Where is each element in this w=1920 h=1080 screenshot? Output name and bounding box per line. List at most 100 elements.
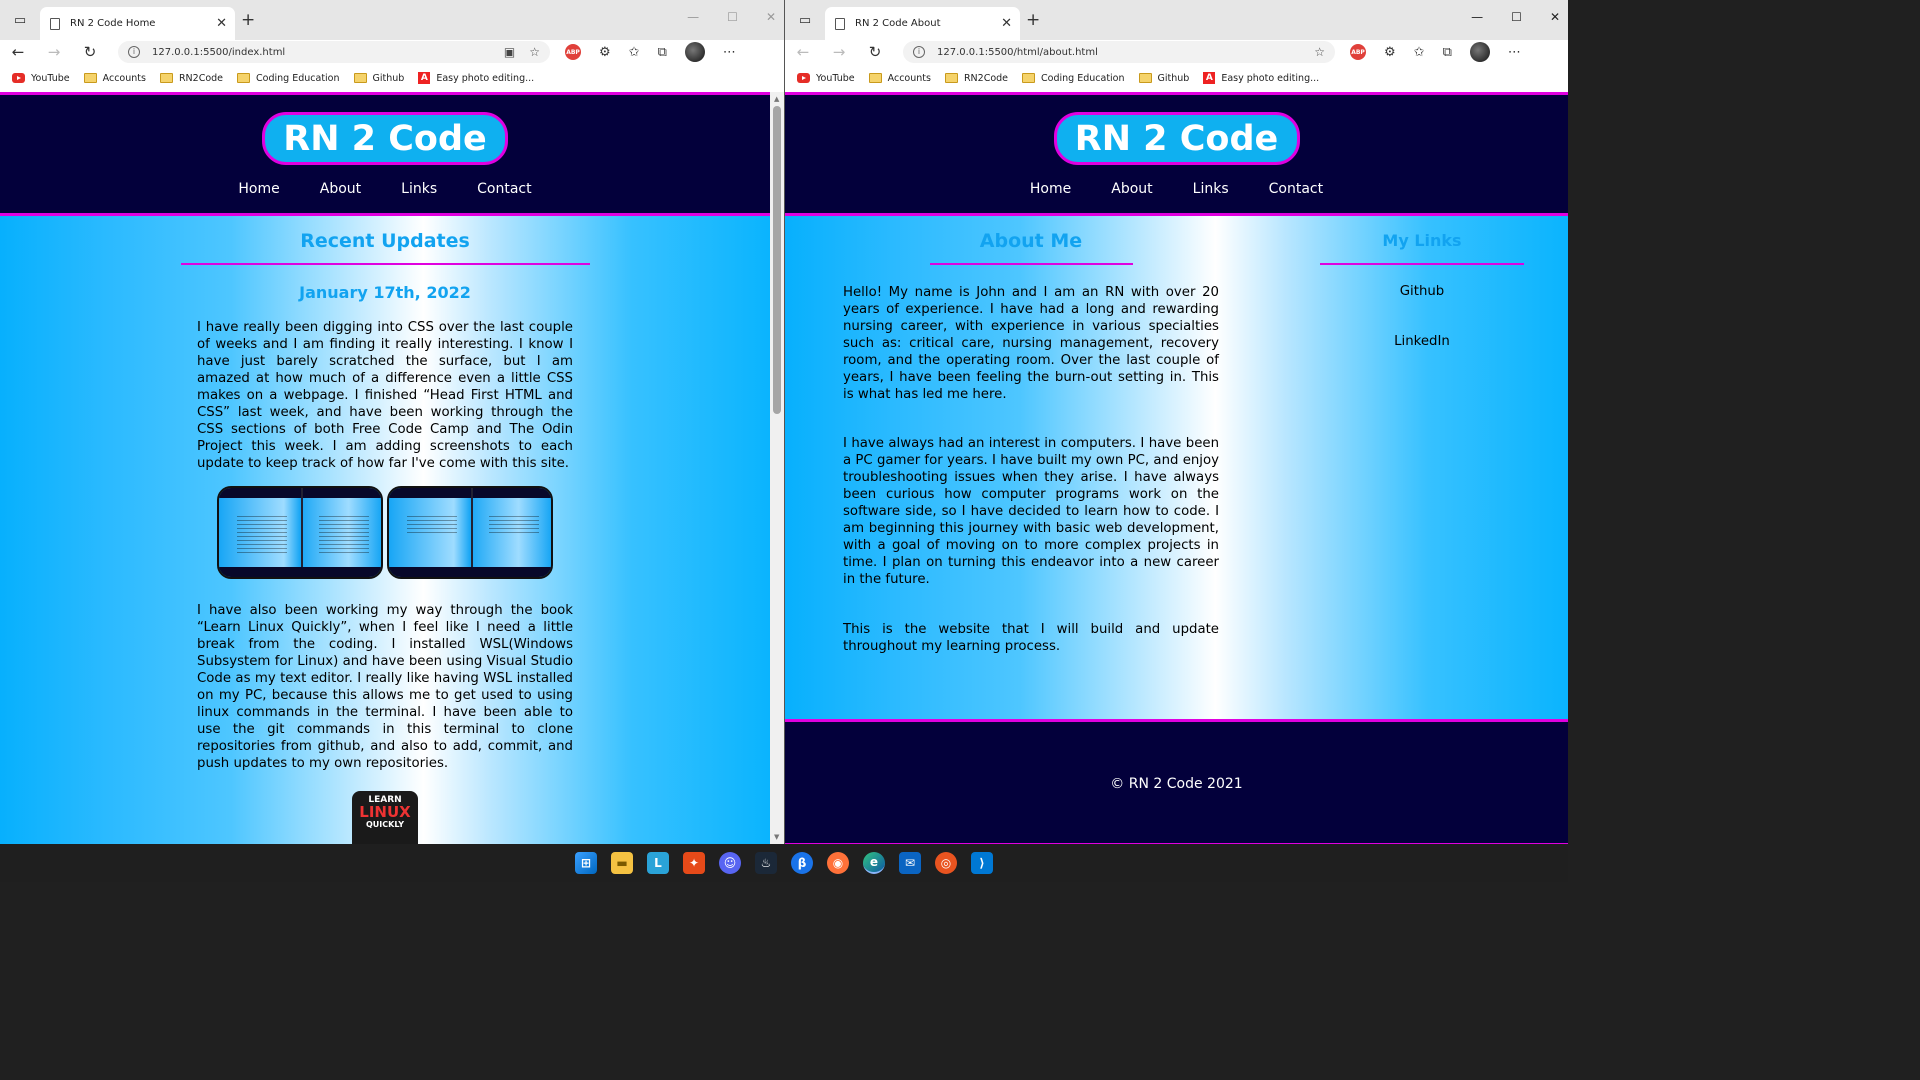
avatar[interactable] bbox=[1469, 42, 1490, 62]
page-viewport: RN 2 Code Home About Links Contact Recen… bbox=[0, 92, 770, 844]
bookmark-youtube[interactable]: YouTube bbox=[12, 73, 70, 84]
bookmark-rn2code[interactable]: RN2Code bbox=[159, 73, 223, 84]
extensions-icon[interactable]: ⚙ bbox=[599, 45, 611, 60]
update-paragraph-2: I have also been working my way through … bbox=[197, 603, 573, 771]
nav-links[interactable]: Links bbox=[1193, 181, 1229, 197]
folder-icon bbox=[237, 73, 251, 83]
refresh-icon[interactable]: ↻ bbox=[857, 43, 893, 61]
adblock-icon[interactable]: ABP bbox=[565, 44, 581, 60]
collections-icon[interactable]: ⧉ bbox=[658, 45, 667, 60]
home-main: Recent Updates January 17th, 2022 I have… bbox=[0, 216, 770, 844]
firefox-icon[interactable]: ◉ bbox=[827, 852, 849, 874]
nav-home[interactable]: Home bbox=[238, 181, 279, 197]
steam-icon[interactable]: ♨ bbox=[755, 852, 777, 874]
address-url[interactable]: 127.0.0.1:5500/html/about.html bbox=[937, 47, 1300, 58]
libby-icon[interactable]: L bbox=[647, 852, 669, 874]
bookmark-coding-education[interactable]: Coding Education bbox=[237, 73, 340, 84]
maximize-icon[interactable]: ☐ bbox=[1511, 10, 1522, 24]
info-icon[interactable]: i bbox=[128, 46, 140, 58]
tab-title: RN 2 Code About bbox=[855, 18, 941, 29]
address-bar[interactable]: i 127.0.0.1:5500/html/about.html ☆ bbox=[903, 41, 1335, 63]
close-window-icon[interactable]: ✕ bbox=[766, 10, 776, 24]
forward-icon[interactable]: → bbox=[36, 43, 72, 61]
nav-about[interactable]: About bbox=[320, 181, 361, 197]
favorite-icon[interactable]: ☆ bbox=[1314, 45, 1325, 59]
bookmark-rn2code[interactable]: RN2Code bbox=[944, 73, 1008, 84]
screenshot-thumbnail[interactable] bbox=[387, 486, 553, 579]
file-explorer-icon[interactable]: ▬ bbox=[611, 852, 633, 874]
tab-about[interactable]: RN 2 Code About ✕ bbox=[825, 7, 1020, 40]
about-paragraph-3: This is the website that I will build an… bbox=[843, 622, 1219, 654]
links-title-divider bbox=[1320, 263, 1524, 265]
adblock-icon[interactable]: ABP bbox=[1350, 44, 1366, 60]
nav-links[interactable]: Links bbox=[401, 181, 437, 197]
info-icon[interactable]: i bbox=[913, 46, 925, 58]
taskbar: ⊞ ▬ L ✦ ☺ ♨ β ◉ e ✉ ◎ ⟩ bbox=[0, 844, 1568, 882]
ubuntu-icon[interactable]: ◎ bbox=[935, 852, 957, 874]
bookmark-photo-editing[interactable]: A Easy photo editing... bbox=[1203, 72, 1319, 84]
link-github[interactable]: Github bbox=[1320, 284, 1524, 299]
tab-title: RN 2 Code Home bbox=[70, 18, 156, 29]
minimize-icon[interactable]: — bbox=[1471, 10, 1483, 24]
scroll-up-icon[interactable]: ▲ bbox=[774, 95, 779, 103]
about-title-divider bbox=[930, 263, 1133, 265]
bookmark-github[interactable]: Github bbox=[353, 73, 404, 84]
back-icon[interactable]: ← bbox=[0, 43, 36, 61]
nav-contact[interactable]: Contact bbox=[1269, 181, 1323, 197]
site-logo[interactable]: RN 2 Code bbox=[262, 112, 508, 165]
address-url[interactable]: 127.0.0.1:5500/index.html bbox=[152, 47, 490, 58]
nav-home[interactable]: Home bbox=[1030, 181, 1071, 197]
bookmark-accounts[interactable]: Accounts bbox=[868, 73, 931, 84]
bookmark-github[interactable]: Github bbox=[1138, 73, 1189, 84]
new-tab-icon[interactable]: + bbox=[241, 10, 255, 30]
close-window-icon[interactable]: ✕ bbox=[1550, 10, 1560, 24]
site-nav: Home About Links Contact bbox=[785, 181, 1568, 197]
bookmark-photo-editing[interactable]: A Easy photo editing... bbox=[418, 72, 534, 84]
about-paragraph-1: Hello! My name is John and I am an RN wi… bbox=[843, 285, 1219, 402]
extensions-icon[interactable]: ⚙ bbox=[1384, 45, 1396, 60]
adobe-icon: A bbox=[1203, 72, 1216, 84]
nav-contact[interactable]: Contact bbox=[477, 181, 531, 197]
favorites-icon[interactable]: ✩ bbox=[1414, 45, 1425, 60]
tab-home[interactable]: RN 2 Code Home ✕ bbox=[40, 7, 235, 40]
address-bar[interactable]: i 127.0.0.1:5500/index.html ▣ ☆ bbox=[118, 41, 550, 63]
scroll-thumb[interactable] bbox=[773, 106, 781, 414]
vertical-scrollbar[interactable]: ▲ ▼ bbox=[770, 92, 784, 844]
chrome-beta-icon[interactable]: β bbox=[791, 852, 813, 874]
favorites-icon[interactable]: ✩ bbox=[629, 45, 640, 60]
bookmark-coding-education[interactable]: Coding Education bbox=[1022, 73, 1125, 84]
more-icon[interactable]: ⋯ bbox=[1508, 45, 1521, 60]
bookmark-youtube[interactable]: YouTube bbox=[797, 73, 855, 84]
tab-strip: ▭ RN 2 Code Home ✕ + — ☐ ✕ bbox=[0, 0, 784, 40]
bookmark-accounts[interactable]: Accounts bbox=[83, 73, 146, 84]
new-tab-icon[interactable]: + bbox=[1026, 10, 1040, 30]
avatar[interactable] bbox=[684, 42, 705, 62]
mail-icon[interactable]: ✉ bbox=[899, 852, 921, 874]
collections-icon[interactable]: ⧉ bbox=[1443, 45, 1452, 60]
refresh-icon[interactable]: ↻ bbox=[72, 43, 108, 61]
maximize-icon[interactable]: ☐ bbox=[727, 10, 738, 24]
site-header: RN 2 Code Home About Links Contact bbox=[0, 92, 770, 216]
site-logo[interactable]: RN 2 Code bbox=[1053, 112, 1300, 165]
more-icon[interactable]: ⋯ bbox=[723, 45, 736, 60]
forward-icon[interactable]: → bbox=[821, 43, 857, 61]
read-aloud-icon[interactable]: ▣ bbox=[504, 45, 515, 59]
vscode-icon[interactable]: ⟩ bbox=[971, 852, 993, 874]
link-linkedin[interactable]: LinkedIn bbox=[1320, 334, 1524, 349]
screenshot-thumbnail[interactable] bbox=[217, 486, 383, 579]
close-tab-icon[interactable]: ✕ bbox=[1001, 16, 1012, 31]
minimize-icon[interactable]: — bbox=[687, 10, 699, 24]
nav-about[interactable]: About bbox=[1111, 181, 1152, 197]
favorite-icon[interactable]: ☆ bbox=[529, 45, 540, 59]
footer-copyright: © RN 2 Code 2021 bbox=[1110, 776, 1243, 792]
close-tab-icon[interactable]: ✕ bbox=[216, 16, 227, 31]
back-icon[interactable]: ← bbox=[785, 43, 821, 61]
edge-icon[interactable]: e bbox=[863, 852, 885, 874]
scroll-down-icon[interactable]: ▼ bbox=[774, 833, 779, 841]
folder-icon bbox=[944, 73, 958, 83]
tab-actions-icon[interactable]: ▭ bbox=[793, 9, 817, 31]
tab-actions-icon[interactable]: ▭ bbox=[8, 9, 32, 31]
discord-icon[interactable]: ☺ bbox=[719, 852, 741, 874]
start-icon[interactable]: ⊞ bbox=[575, 852, 597, 874]
app-icon[interactable]: ✦ bbox=[683, 852, 705, 874]
